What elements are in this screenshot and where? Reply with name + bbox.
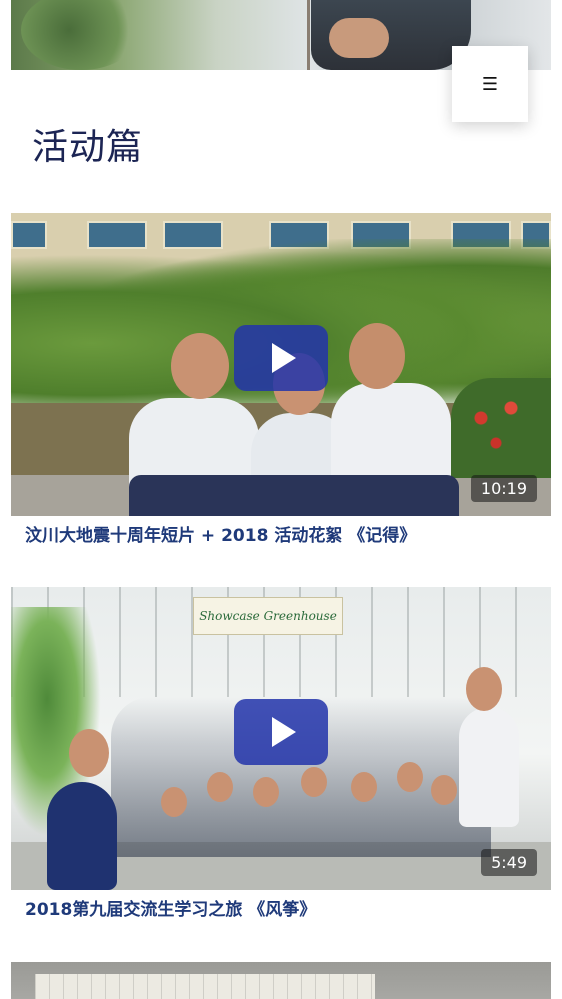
video-thumbnail[interactable]	[11, 962, 551, 999]
video-title[interactable]: 汶川大地震十周年短片 + 2018 活动花絮 《记得》	[11, 524, 551, 548]
video-duration: 5:49	[481, 849, 537, 876]
video-title[interactable]: 2018第九届交流生学习之旅 《风筝》	[11, 898, 551, 922]
video-thumbnail[interactable]: Showcase Greenhouse 5:49	[11, 587, 551, 890]
menu-button[interactable]: ☰	[452, 46, 528, 122]
greenhouse-sign: Showcase Greenhouse	[193, 597, 343, 635]
play-icon	[272, 343, 296, 373]
play-button[interactable]	[234, 699, 328, 765]
video-thumbnail[interactable]: 10:19	[11, 213, 551, 516]
video-duration: 10:19	[470, 475, 537, 502]
video-card[interactable]: Showcase Greenhouse 5:49 2018第九届交流生学习之旅 …	[11, 587, 551, 922]
page-title: 活动篇	[32, 127, 144, 168]
play-button[interactable]	[234, 325, 328, 391]
play-icon	[272, 717, 296, 747]
hamburger-icon: ☰	[481, 73, 499, 95]
video-card[interactable]: 10:19 汶川大地震十周年短片 + 2018 活动花絮 《记得》	[11, 213, 551, 548]
